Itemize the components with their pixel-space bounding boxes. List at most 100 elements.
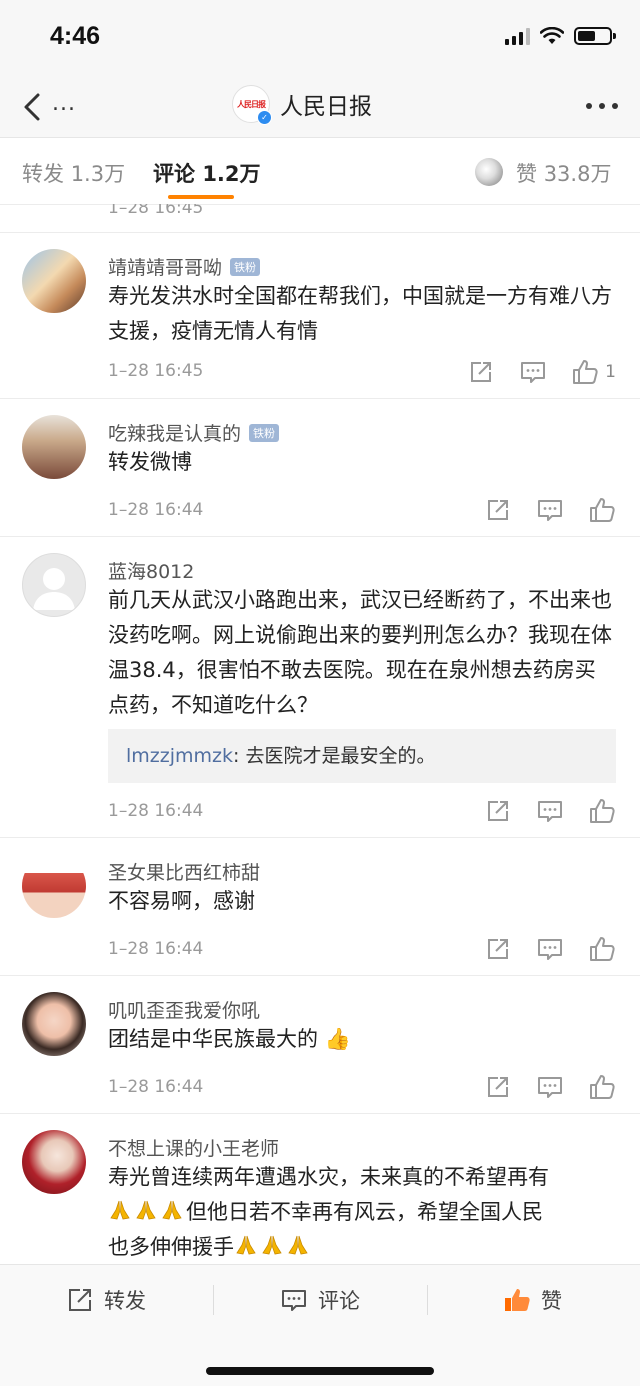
comment-text: 前几天从武汉小路跑出来，武汉已经断药了，不出来也没药吃啊。网上说偷跑出来的要判刑…: [108, 588, 612, 717]
like-button[interactable]: 赞: [503, 1285, 562, 1315]
comment-list[interactable]: 1–28 16:45 靖靖靖哥哥呦 铁粉 寿光发洪水时全国都在帮我们，中国就是一…: [0, 204, 640, 1264]
comment-author[interactable]: 不想上课的小王老师: [108, 1134, 279, 1161]
comment-text: 团结是中华民族最大的 👍: [108, 1022, 616, 1057]
fan-badge: 铁粉: [230, 257, 261, 276]
status-bar: 4:46: [0, 0, 640, 75]
comment-icon[interactable]: [519, 358, 547, 386]
comment-actions: [484, 797, 616, 825]
back-icon[interactable]: [16, 87, 56, 127]
like-label: 赞: [541, 1289, 562, 1313]
list-item[interactable]: 吃辣我是认真的 铁粉 转发微博 1–28 16:44: [0, 399, 640, 537]
comment-text: 寿光曾连续两年遭遇水灾，未来真的不希望再有 但他日若不幸再有风云，希望全国人民 …: [108, 1160, 616, 1264]
author-name: 不想上课的小王老师: [108, 1138, 280, 1160]
comment-actions: [484, 496, 616, 524]
pray-emoji-icon: [162, 1200, 182, 1220]
comment-button[interactable]: 评论: [280, 1285, 360, 1315]
like-button[interactable]: [588, 797, 616, 825]
pray-emoji-icon: [288, 1235, 308, 1255]
wifi-icon: [540, 27, 564, 44]
share-icon[interactable]: [467, 358, 495, 386]
reply-text: : 去医院才是最安全的。: [233, 745, 436, 767]
liker-avatar: [475, 158, 503, 186]
like-button[interactable]: [588, 496, 616, 524]
thumbs-up-icon: [573, 360, 598, 384]
comment-author[interactable]: 圣女果比西红柿甜: [108, 858, 260, 885]
more-options-icon[interactable]: [586, 103, 618, 109]
thumbs-up-icon: [590, 799, 615, 823]
comment-text-line: 寿光曾连续两年遭遇水灾，未来真的不希望再有: [108, 1165, 549, 1189]
reply-author[interactable]: lmzzjmmzk: [126, 745, 233, 767]
reply-preview[interactable]: lmzzjmmzk: 去医院才是最安全的。: [108, 729, 616, 783]
nav-more-text[interactable]: ...: [52, 91, 76, 116]
nav-title: 人民日报: [280, 94, 372, 120]
comment-actions: [484, 1073, 616, 1101]
tab-repost-label: 转发: [22, 162, 64, 186]
comment-text-segment: 但他日若不幸再有风云，希望全国人民: [186, 1200, 543, 1224]
tab-comments-count: 1.2万: [202, 162, 261, 186]
like-button[interactable]: 1: [571, 358, 616, 386]
comment-icon[interactable]: [536, 797, 564, 825]
active-tab-indicator: [168, 195, 234, 199]
share-icon[interactable]: [484, 935, 512, 963]
author-name: 靖靖靖哥哥呦: [108, 257, 223, 279]
list-item[interactable]: 蓝海8012 前几天从武汉小路跑出来，武汉已经断药了，不出来也没药吃啊。网上说偷…: [0, 537, 640, 838]
tab-comments[interactable]: 评论 1.2万: [153, 158, 261, 188]
comment-date: 1–28 16:45: [108, 204, 204, 218]
comment-date: 1–28 16:44: [108, 939, 204, 959]
home-indicator: [206, 1367, 434, 1375]
tab-bar: 转发 1.3万 评论 1.2万 赞 33.8万: [0, 138, 640, 205]
nav-title-group[interactable]: 人民日报 ✓ 人民日报: [232, 85, 372, 125]
avatar[interactable]: [22, 992, 86, 1056]
author-name: 圣女果比西红柿甜: [108, 862, 261, 884]
tab-repost[interactable]: 转发 1.3万: [22, 158, 125, 188]
comment-text: 不容易啊，感谢: [108, 889, 255, 913]
divider: [213, 1285, 214, 1315]
tab-repost-count: 1.3万: [70, 162, 126, 186]
list-item[interactable]: 圣女果比西红柿甜 不容易啊，感谢 1–28 16:44: [0, 838, 640, 976]
like-count: 1: [605, 362, 616, 382]
thumbs-up-icon: [590, 1075, 615, 1099]
fan-badge: 铁粉: [249, 423, 280, 442]
tab-likes-count: 33.8万: [543, 162, 612, 186]
comment-date: 1–28 16:44: [108, 500, 204, 520]
list-item[interactable]: 叽叽歪歪我爱你吼 团结是中华民族最大的 👍 1–28 16:44: [0, 976, 640, 1114]
comment-author[interactable]: 叽叽歪歪我爱你吼: [108, 996, 260, 1023]
bottom-action-bar: 转发 评论 赞: [0, 1264, 640, 1386]
avatar[interactable]: [22, 553, 86, 617]
comment-icon[interactable]: [536, 935, 564, 963]
share-icon[interactable]: [484, 797, 512, 825]
default-avatar-icon: [33, 568, 75, 610]
comment-actions: [484, 935, 616, 963]
like-button[interactable]: [588, 1073, 616, 1101]
share-icon[interactable]: [484, 496, 512, 524]
comment-text-line: 也多伸伸援手: [108, 1230, 616, 1264]
share-icon[interactable]: [484, 1073, 512, 1101]
people-daily-logo: 人民日报 ✓: [232, 85, 272, 125]
author-name: 叽叽歪歪我爱你吼: [108, 1000, 261, 1022]
comment-icon[interactable]: [536, 496, 564, 524]
comment-author[interactable]: 吃辣我是认真的 铁粉: [108, 419, 280, 446]
comment-text: 寿光发洪水时全国都在帮我们，中国就是一方有难八方支援，疫情无情人有情: [108, 284, 612, 343]
battery-icon: [574, 27, 616, 45]
comment-author[interactable]: 蓝海8012: [108, 557, 194, 584]
comment-author[interactable]: 靖靖靖哥哥呦 铁粉: [108, 253, 261, 280]
avatar[interactable]: [22, 854, 86, 918]
like-button[interactable]: [588, 935, 616, 963]
comment-icon[interactable]: [536, 1073, 564, 1101]
tab-comments-label: 评论: [153, 162, 195, 186]
pray-emoji-icon: [110, 1200, 130, 1220]
tab-likes-label: 赞: [516, 162, 537, 186]
tab-likes[interactable]: 赞 33.8万: [516, 158, 611, 188]
avatar[interactable]: [22, 415, 86, 479]
pray-emoji-icon: [262, 1235, 282, 1255]
list-item: 1–28 16:45: [0, 204, 640, 233]
list-item[interactable]: 靖靖靖哥哥呦 铁粉 寿光发洪水时全国都在帮我们，中国就是一方有难八方支援，疫情无…: [0, 233, 640, 399]
nav-bar: ... 人民日报 ✓ 人民日报: [0, 75, 640, 138]
repost-button[interactable]: 转发: [66, 1285, 146, 1315]
comment-text: 转发微博: [108, 450, 192, 474]
list-item[interactable]: 不想上课的小王老师 寿光曾连续两年遭遇水灾，未来真的不希望再有 但他日若不幸再有…: [0, 1114, 640, 1264]
avatar[interactable]: [22, 1130, 86, 1194]
logo-text: 人民日报: [237, 98, 266, 109]
comment-text-body: 团结是中华民族最大的: [108, 1027, 318, 1051]
avatar[interactable]: [22, 249, 86, 313]
